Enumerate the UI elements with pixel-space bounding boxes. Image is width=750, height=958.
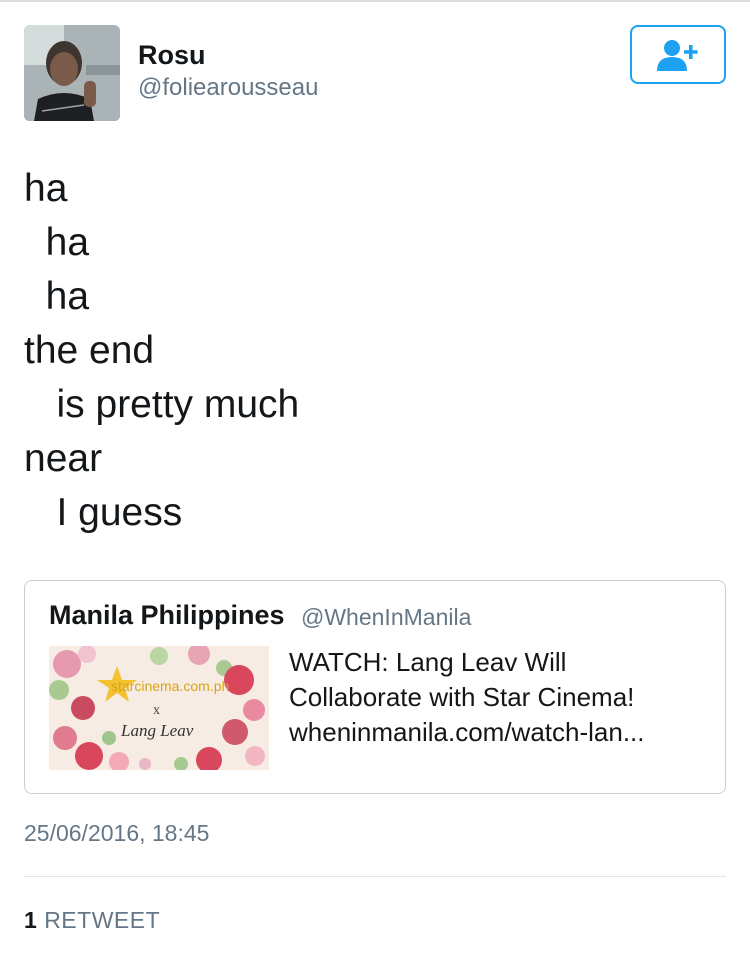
tweet-line: near: [24, 437, 103, 480]
tweet-line: ha: [24, 275, 90, 318]
thumbnail-name-text: Lang Leav: [120, 721, 194, 740]
top-divider: [0, 0, 750, 2]
tweet-line: I guess: [24, 491, 183, 534]
avatar-photo: [24, 25, 120, 121]
follow-button[interactable]: [630, 25, 726, 84]
quoted-tweet-card[interactable]: Manila Philippines @WhenInManila starcin…: [24, 580, 726, 794]
tweet-line: ha: [24, 221, 90, 264]
retweet-stats[interactable]: 1 RETWEET: [24, 907, 160, 934]
quoted-author-name: Manila Philippines: [49, 600, 285, 630]
tweet-line: is pretty much: [24, 383, 300, 426]
quoted-text-line: Collaborate with Star Cinema!: [289, 682, 635, 712]
tweet-line: ha: [24, 167, 68, 210]
tweet-timestamp: 25/06/2016, 18:45: [24, 820, 210, 846]
add-user-icon: [657, 39, 698, 71]
retweet-label: RETWEET: [44, 907, 161, 933]
quoted-text-line: WATCH: Lang Leav Will: [289, 647, 567, 677]
thumbnail-x-text: x: [153, 703, 160, 718]
stats-divider: [24, 876, 726, 877]
quoted-tweet-text: WATCH: Lang Leav Will Collaborate with S…: [289, 645, 709, 750]
tweet-text: ha ha ha the end is pretty much near I g…: [24, 162, 299, 540]
author-display-name[interactable]: Rosu: [138, 40, 206, 71]
thumbnail-site-text: starcinema.com.ph: [111, 678, 229, 694]
quoted-thumbnail: starcinema.com.ph x Lang Leav: [49, 646, 269, 770]
avatar[interactable]: [24, 25, 120, 121]
quoted-author-handle: @WhenInManila: [301, 604, 472, 630]
quoted-link[interactable]: wheninmanila.com/watch-lan...: [289, 715, 709, 750]
author-handle[interactable]: @foliearousseau: [138, 74, 318, 102]
tweet-line: the end: [24, 329, 155, 372]
retweet-count: 1: [24, 907, 38, 933]
